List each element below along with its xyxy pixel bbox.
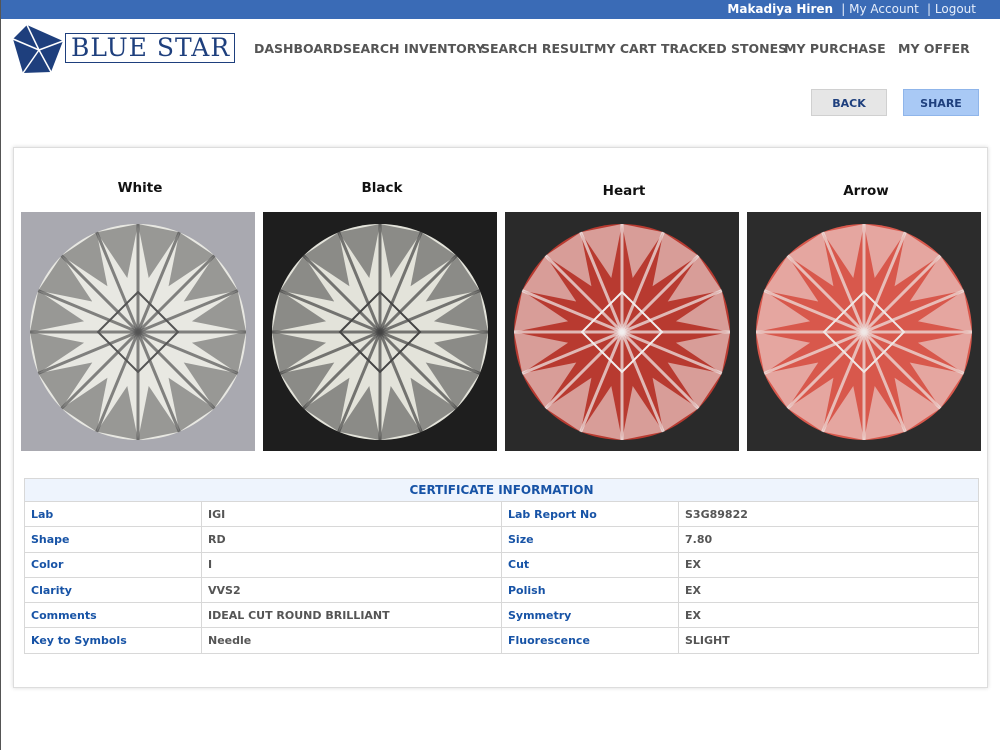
share-button[interactable]: SHARE xyxy=(903,89,979,116)
table-row: Comments IDEAL CUT ROUND BRILLIANT Symmetr… xyxy=(24,602,979,629)
table-row: Color I Cut EX xyxy=(24,551,979,578)
nav-search-result[interactable]: SEARCH RESULT xyxy=(481,41,594,56)
image-title-white: White xyxy=(117,180,163,196)
certificate-table: CERTIFICATE INFORMATION Lab IGI Lab Report… xyxy=(24,478,979,654)
diamond-image-heart[interactable] xyxy=(505,212,739,451)
diamond-white-image xyxy=(30,224,246,440)
diamond-arrow-image xyxy=(756,224,972,440)
top-bar: Makadiya Hiren | My Account | Logout xyxy=(1,0,1000,19)
nav-my-cart[interactable]: MY CART xyxy=(594,41,656,56)
image-title-arrow: Arrow xyxy=(843,183,889,199)
cert-value: I xyxy=(201,551,502,578)
cert-label: Symmetry xyxy=(501,602,679,629)
cert-label: Clarity xyxy=(24,576,202,604)
logo[interactable]: BLUE STAR xyxy=(13,25,235,75)
diamond-image-arrow[interactable] xyxy=(747,212,981,451)
cert-label: Key to Symbols xyxy=(24,627,202,654)
cert-value: S3G89822 xyxy=(678,500,979,528)
star-logo-icon xyxy=(13,25,64,74)
cert-label: Cut xyxy=(501,551,679,578)
nav-dashboard[interactable]: DASHBOARD xyxy=(254,41,343,56)
logout-link[interactable]: | Logout xyxy=(927,2,976,16)
nav-tracked-stones[interactable]: TRACKED STONES xyxy=(661,41,787,56)
cert-value: SLIGHT xyxy=(678,627,979,654)
table-row: Key to Symbols Needle Fluorescence SLIGHT xyxy=(24,627,979,654)
image-title-heart: Heart xyxy=(602,183,646,199)
diamond-black-image xyxy=(272,224,488,440)
cert-value: EX xyxy=(678,576,979,604)
table-row: Lab IGI Lab Report No S3G89822 xyxy=(24,500,979,528)
back-button[interactable]: BACK xyxy=(811,89,887,116)
cert-label: Color xyxy=(24,551,202,578)
cert-value: EX xyxy=(678,602,979,629)
table-row: Clarity VVS2 Polish EX xyxy=(24,576,979,604)
cert-value: 7.80 xyxy=(678,526,979,553)
nav-my-purchase[interactable]: MY PURCHASE xyxy=(784,41,886,56)
user-name: Makadiya Hiren xyxy=(727,2,834,16)
cert-label: Polish xyxy=(501,576,679,604)
cert-label: Shape xyxy=(24,526,202,553)
my-account-link[interactable]: | My Account xyxy=(841,2,919,16)
diamond-image-white[interactable] xyxy=(21,212,255,451)
nav-search-inventory[interactable]: SEARCH INVENTORY xyxy=(343,41,485,56)
image-title-black: Black xyxy=(361,180,403,196)
logo-text: BLUE STAR xyxy=(65,33,235,63)
table-row: Shape RD Size 7.80 xyxy=(24,526,979,553)
certificate-title: CERTIFICATE INFORMATION xyxy=(24,478,979,502)
cert-label: Comments xyxy=(24,602,202,629)
cert-label: Lab xyxy=(24,500,202,528)
diamond-image-black[interactable] xyxy=(263,212,497,451)
cert-value: EX xyxy=(678,551,979,578)
cert-value: IDEAL CUT ROUND BRILLIANT xyxy=(201,602,502,629)
diamond-heart-image xyxy=(514,224,730,440)
cert-label: Size xyxy=(501,526,679,553)
cert-value: RD xyxy=(201,526,502,553)
cert-value: Needle xyxy=(201,627,502,654)
cert-label: Fluorescence xyxy=(501,627,679,654)
cert-label: Lab Report No xyxy=(501,500,679,528)
cert-value: VVS2 xyxy=(201,576,502,604)
nav-my-offer[interactable]: MY OFFER xyxy=(898,41,970,56)
cert-value: IGI xyxy=(201,500,502,528)
